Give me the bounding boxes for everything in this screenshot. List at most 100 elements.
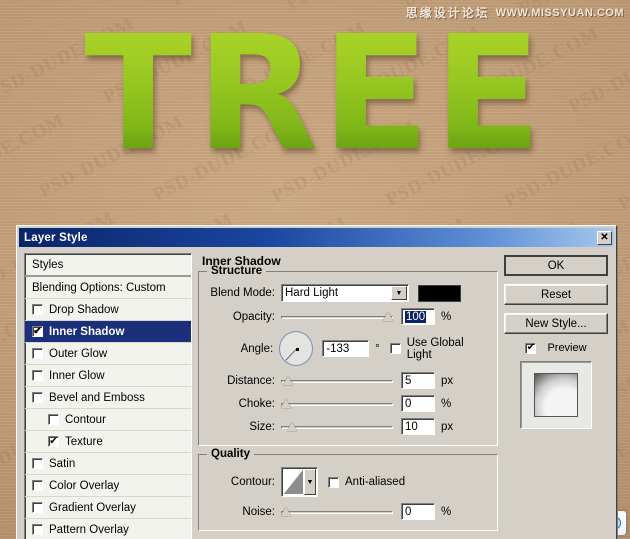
effect-preview-thumbnail <box>520 361 592 429</box>
sidebar-item-drop-shadow[interactable]: Drop Shadow <box>25 299 191 321</box>
preview-toggle-row[interactable]: ✔ Preview <box>504 342 608 354</box>
noise-unit: % <box>441 505 452 518</box>
sidebar-item-blending-options[interactable]: Blending Options: Custom <box>25 277 191 299</box>
site-watermark-cn: 思缘设计论坛 <box>405 6 490 20</box>
slider-track <box>281 510 393 514</box>
blend-mode-select[interactable]: Hard Light ▼ <box>281 284 409 302</box>
sidebar-item-label: Drop Shadow <box>49 303 119 316</box>
checkbox-icon[interactable] <box>32 348 43 359</box>
size-value: 10 <box>405 420 418 433</box>
sidebar-item-label: Blending Options: Custom <box>32 281 166 294</box>
dialog-actions: OK Reset New Style... ✔ Preview <box>504 253 608 539</box>
contour-row: Contour: ▼ Anti-aliased <box>207 467 489 497</box>
reset-button[interactable]: Reset <box>504 284 608 305</box>
noise-slider[interactable] <box>281 506 393 516</box>
checkbox-icon[interactable]: ✔ <box>48 436 59 447</box>
sidebar-item-texture[interactable]: ✔ Texture <box>25 431 191 453</box>
checkbox-icon[interactable] <box>32 524 43 535</box>
sidebar-item-outer-glow[interactable]: Outer Glow <box>25 343 191 365</box>
opacity-input[interactable]: 100 <box>401 308 435 325</box>
distance-value: 5 <box>405 374 412 387</box>
checkbox-icon[interactable] <box>32 370 43 381</box>
chevron-down-icon[interactable]: ▼ <box>304 469 316 495</box>
checkbox-icon[interactable] <box>32 502 43 513</box>
layer-style-dialog: Layer Style ✕ Styles Blending Options: C… <box>16 225 617 539</box>
quality-legend: Quality <box>207 448 254 460</box>
angle-dial[interactable] <box>279 331 314 366</box>
noise-input[interactable]: 0 <box>401 503 435 520</box>
slider-track <box>281 315 393 319</box>
site-watermark-url: WWW.MISSYUAN.COM <box>495 6 624 19</box>
use-global-light-row[interactable]: Use Global Light <box>389 337 489 361</box>
size-unit: px <box>441 420 454 433</box>
sidebar-item-gradient-overlay[interactable]: Gradient Overlay <box>25 497 191 519</box>
sidebar-item-label: Satin <box>49 457 76 470</box>
slider-thumb[interactable] <box>283 375 293 385</box>
slider-thumb[interactable] <box>383 311 393 321</box>
opacity-unit: % <box>441 310 452 323</box>
sidebar-item-label: Contour <box>65 413 106 426</box>
opacity-value: 100 <box>405 310 427 323</box>
distance-input[interactable]: 5 <box>401 372 435 389</box>
sidebar-item-inner-shadow[interactable]: ✔ Inner Shadow <box>25 321 191 343</box>
slider-track <box>281 425 393 429</box>
blend-mode-row: Blend Mode: Hard Light ▼ <box>207 284 489 302</box>
sidebar-item-pattern-overlay[interactable]: Pattern Overlay <box>25 519 191 539</box>
slider-thumb[interactable] <box>281 398 291 408</box>
size-input[interactable]: 10 <box>401 418 435 435</box>
sidebar-item-label: Outer Glow <box>49 347 108 360</box>
checkbox-icon[interactable] <box>32 392 43 403</box>
preview-swatch <box>534 373 578 417</box>
checkbox-icon[interactable]: ✔ <box>525 342 537 354</box>
choke-input[interactable]: 0 <box>401 395 435 412</box>
contour-curve-icon <box>284 470 303 494</box>
slider-track <box>281 379 393 383</box>
angle-input[interactable]: -133 <box>322 340 370 357</box>
sidebar-item-label: Color Overlay <box>49 479 120 492</box>
checkbox-icon[interactable] <box>32 458 43 469</box>
opacity-row: Opacity: 100 % <box>207 308 489 325</box>
noise-label: Noise: <box>242 505 275 518</box>
size-row: Size: 10 px <box>207 418 489 435</box>
effect-settings-panel: Inner Shadow Structure Blend Mode: Hard … <box>198 253 498 539</box>
styles-list-header[interactable]: Styles <box>25 254 191 277</box>
choke-label: Choke: <box>238 397 275 410</box>
checkbox-icon[interactable] <box>48 414 59 425</box>
sidebar-item-contour[interactable]: Contour <box>25 409 191 431</box>
sidebar-item-satin[interactable]: Satin <box>25 453 191 475</box>
close-icon[interactable]: ✕ <box>597 230 612 245</box>
checkbox-icon[interactable] <box>389 343 401 354</box>
styles-list-header-label: Styles <box>32 258 64 271</box>
checkbox-icon[interactable] <box>32 480 43 491</box>
distance-slider[interactable] <box>281 375 393 385</box>
sidebar-item-color-overlay[interactable]: Color Overlay <box>25 475 191 497</box>
slider-thumb[interactable] <box>281 506 291 516</box>
choke-unit: % <box>441 397 452 410</box>
styles-list[interactable]: Styles Blending Options: Custom Drop Sha… <box>24 253 192 539</box>
styles-column: Styles Blending Options: Custom Drop Sha… <box>24 253 192 539</box>
size-slider[interactable] <box>281 421 393 431</box>
anti-aliased-row[interactable]: Anti-aliased <box>328 476 405 488</box>
sidebar-item-label: Gradient Overlay <box>49 501 136 514</box>
ok-button[interactable]: OK <box>504 255 608 276</box>
structure-legend: Structure <box>207 265 267 277</box>
blend-mode-value: Hard Light <box>285 287 339 299</box>
shadow-color-swatch[interactable] <box>418 284 461 302</box>
contour-preset-select[interactable]: ▼ <box>281 467 318 497</box>
sidebar-item-inner-glow[interactable]: Inner Glow <box>25 365 191 387</box>
choke-slider[interactable] <box>281 398 393 408</box>
distance-row: Distance: 5 px <box>207 372 489 389</box>
anti-aliased-label: Anti-aliased <box>345 476 406 488</box>
sidebar-item-label: Pattern Overlay <box>49 523 129 536</box>
chevron-down-icon[interactable]: ▼ <box>391 286 407 300</box>
checkbox-icon[interactable]: ✔ <box>32 326 43 337</box>
dialog-titlebar[interactable]: Layer Style ✕ <box>19 228 614 247</box>
opacity-slider[interactable] <box>281 311 393 321</box>
sidebar-item-label: Bevel and Emboss <box>49 391 145 404</box>
slider-thumb[interactable] <box>287 421 297 431</box>
sidebar-item-bevel-and-emboss[interactable]: Bevel and Emboss <box>25 387 191 409</box>
checkbox-icon[interactable] <box>32 304 43 315</box>
checkbox-icon[interactable] <box>328 476 339 488</box>
angle-label: Angle: <box>240 342 274 355</box>
new-style-button[interactable]: New Style... <box>504 313 608 334</box>
